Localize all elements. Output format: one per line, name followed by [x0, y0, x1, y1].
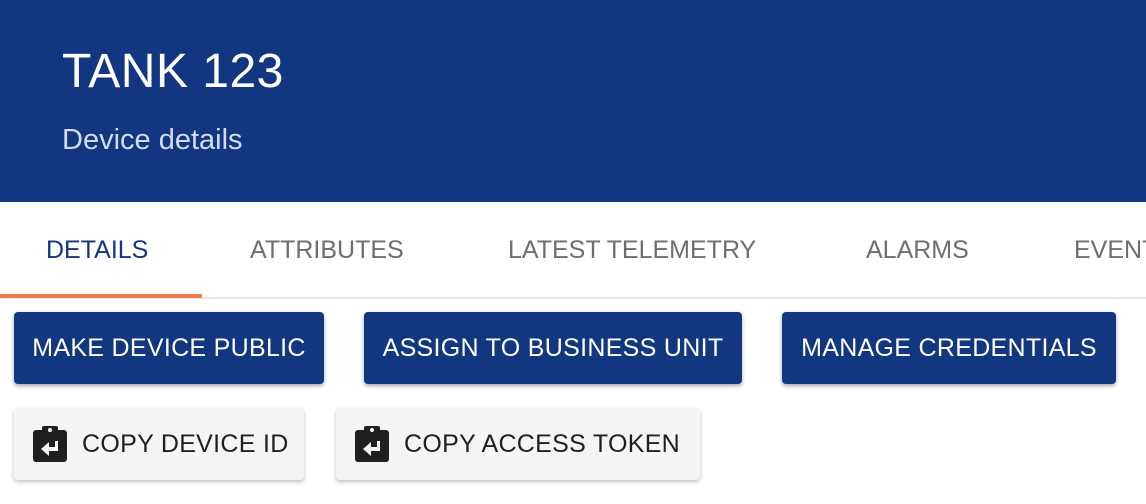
page-header: TANK 123 Device details [0, 0, 1146, 202]
tab-events[interactable]: EVENTS [1074, 202, 1146, 297]
manage-credentials-button[interactable]: MANAGE CREDENTIALS [782, 312, 1116, 384]
tab-alarms[interactable]: ALARMS [866, 202, 969, 297]
active-tab-indicator [0, 294, 202, 298]
assign-to-business-unit-button[interactable]: ASSIGN TO BUSINESS UNIT [364, 312, 742, 384]
clipboard-arrow-left-icon [354, 425, 390, 463]
assign-to-business-unit-label: ASSIGN TO BUSINESS UNIT [382, 333, 724, 362]
tab-details[interactable]: DETAILS [46, 202, 148, 297]
manage-credentials-label: MANAGE CREDENTIALS [801, 333, 1097, 362]
page-title: TANK 123 [62, 45, 284, 98]
copy-device-id-label: COPY DEVICE ID [82, 429, 289, 458]
clipboard-arrow-left-icon [32, 425, 68, 463]
make-device-public-label: MAKE DEVICE PUBLIC [32, 333, 306, 362]
tab-attributes[interactable]: ATTRIBUTES [250, 202, 404, 297]
copy-device-id-button[interactable]: COPY DEVICE ID [14, 408, 304, 480]
tab-latest-telemetry[interactable]: LATEST TELEMETRY [508, 202, 756, 297]
copy-access-token-button[interactable]: COPY ACCESS TOKEN [336, 408, 700, 480]
make-device-public-button[interactable]: MAKE DEVICE PUBLIC [14, 312, 324, 384]
copy-access-token-label: COPY ACCESS TOKEN [404, 429, 681, 458]
tab-bar: DETAILS ATTRIBUTES LATEST TELEMETRY ALAR… [0, 202, 1146, 299]
page-subtitle: Device details [62, 124, 243, 156]
